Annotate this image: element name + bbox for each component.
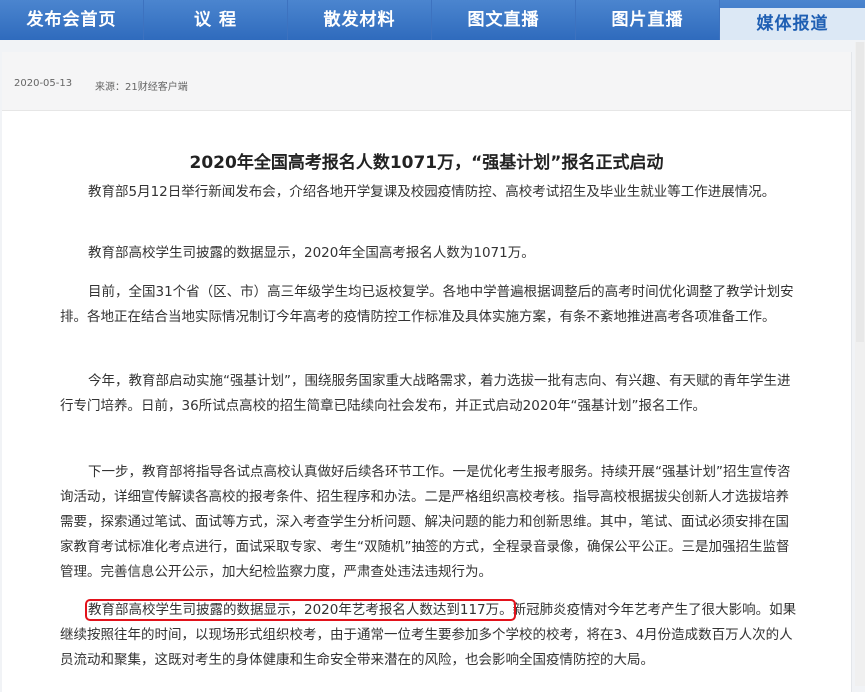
article-card: 2020-05-13 来源：21财经客户端 2020年全国高考报名人数1071万… [2, 52, 852, 692]
article-source: 来源：21财经客户端 [95, 82, 188, 93]
nav-agenda[interactable]: 议 程 [144, 0, 288, 40]
nav-materials[interactable]: 散发材料 [288, 0, 432, 40]
nav-text-live[interactable]: 图文直播 [432, 0, 576, 40]
top-navigation: 发布会首页 议 程 散发材料 图文直播 图片直播 媒体报道 [0, 0, 865, 40]
vertical-scrollbar[interactable] [855, 42, 865, 686]
nav-photo-live[interactable]: 图片直播 [576, 0, 720, 40]
article-title: 2020年全国高考报名人数1071万，“强基计划”报名正式启动 [189, 153, 664, 173]
paragraph-1: 教育部5月12日举行新闻发布会，介绍各地开学复课及校园疫情防控、高校考试招生及毕… [88, 184, 776, 200]
paragraph-5: 下一步，教育部将指导各试点高校认真做好后续各环节工作。一是优化考生报考服务。持续… [60, 464, 791, 580]
article-meta: 2020-05-13 来源：21财经客户端 [2, 52, 851, 111]
publish-date: 2020-05-13 [14, 78, 73, 89]
nav-home[interactable]: 发布会首页 [0, 0, 144, 40]
scrollbar-thumb[interactable] [856, 42, 864, 342]
paragraph-3: 目前，全国31个省（区、市）高三年级学生均已返校复学。各地中学普遍根据调整后的高… [60, 284, 794, 325]
paragraph-6: 教育部高校学生司披露的数据显示，2020年艺考报名人数达到117万。新冠肺炎疫情… [60, 598, 802, 673]
paragraph-4: 今年，教育部启动实施“强基计划”，围绕服务国家重大战略需求，着力选拔一批有志向、… [60, 373, 791, 414]
nav-media-reports[interactable]: 媒体报道 [720, 8, 865, 40]
highlighted-statistic: 教育部高校学生司披露的数据显示，2020年艺考报名人数达到117万。 [85, 599, 516, 621]
paragraph-2: 教育部高校学生司披露的数据显示，2020年全国高考报名人数为1071万。 [88, 245, 535, 261]
